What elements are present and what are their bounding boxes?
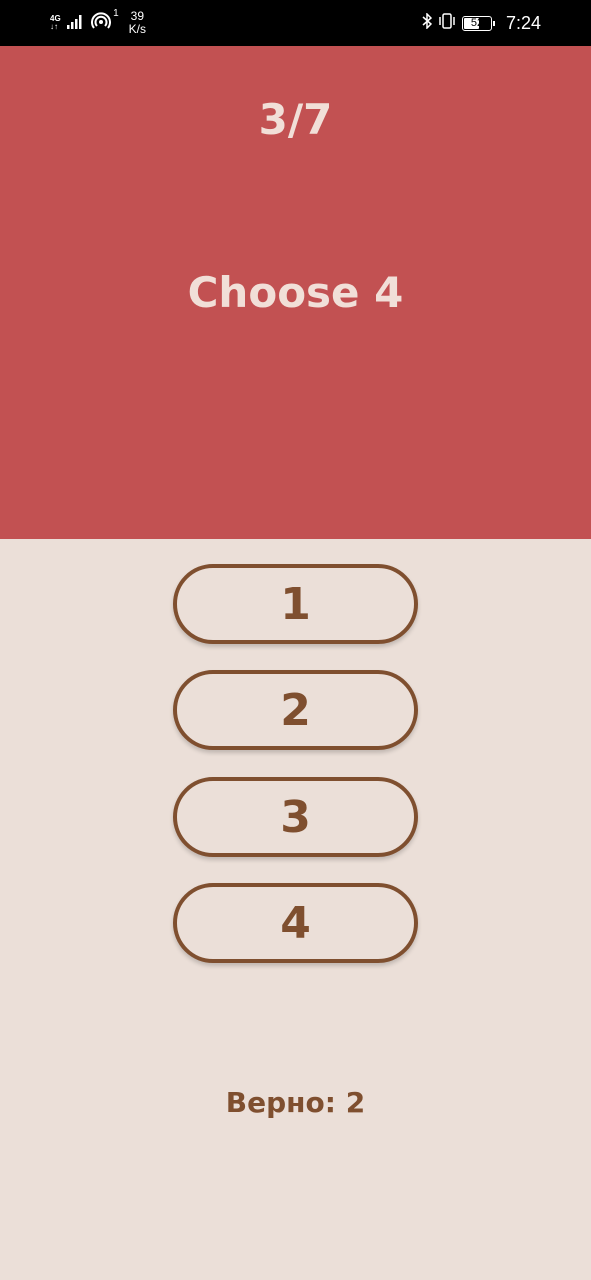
- hotspot-icon: 1: [90, 8, 119, 34]
- battery-icon: 52: [461, 15, 495, 31]
- answer-button-3[interactable]: 3: [173, 777, 418, 857]
- speed-unit: K/s: [128, 22, 147, 36]
- bluetooth-icon: [422, 12, 433, 33]
- status-bar: 4G ↓↑ 1 39 K/s 52 7:24: [0, 0, 591, 46]
- status-left: 4G ↓↑ 1 39 K/s: [50, 8, 146, 38]
- answer-button-4[interactable]: 4: [173, 883, 418, 963]
- status-right: 52 7:24: [422, 8, 541, 38]
- signal-icon: [66, 14, 85, 33]
- network-type: 4G ↓↑: [50, 15, 61, 31]
- network-activity-icon: ↓↑: [50, 22, 58, 31]
- answer-button-2[interactable]: 2: [173, 670, 418, 750]
- vibrate-icon: [438, 13, 456, 33]
- question-header: 3/7 Choose 4: [0, 46, 591, 539]
- question-prompt: Choose 4: [187, 268, 404, 317]
- network-speed: 39 K/s: [129, 10, 146, 36]
- battery-tip: [492, 20, 495, 26]
- question-progress: 3/7: [258, 95, 333, 144]
- score-text: Верно: 2: [225, 1086, 366, 1119]
- answer-button-1[interactable]: 1: [173, 564, 418, 644]
- battery-level: 52: [470, 16, 484, 29]
- clock: 7:24: [505, 12, 541, 33]
- hotspot-count: 1: [113, 8, 119, 19]
